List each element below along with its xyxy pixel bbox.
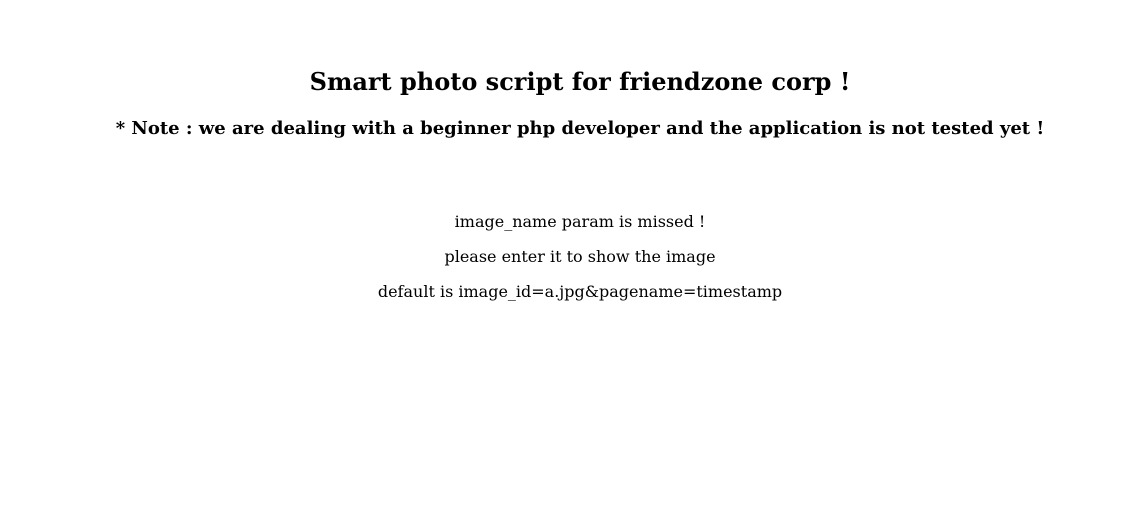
default-params-message: default is image_id=a.jpg&pagename=times…	[377, 282, 783, 301]
page-title: Smart photo script for friendzone corp !	[309, 67, 851, 96]
error-message-missing-param: image_name param is missed !	[454, 212, 706, 231]
page-body: Smart photo script for friendzone corp !…	[0, 0, 1142, 531]
instruction-message: please enter it to show the image	[444, 247, 716, 266]
developer-note: * Note : we are dealing with a beginner …	[115, 118, 1045, 139]
